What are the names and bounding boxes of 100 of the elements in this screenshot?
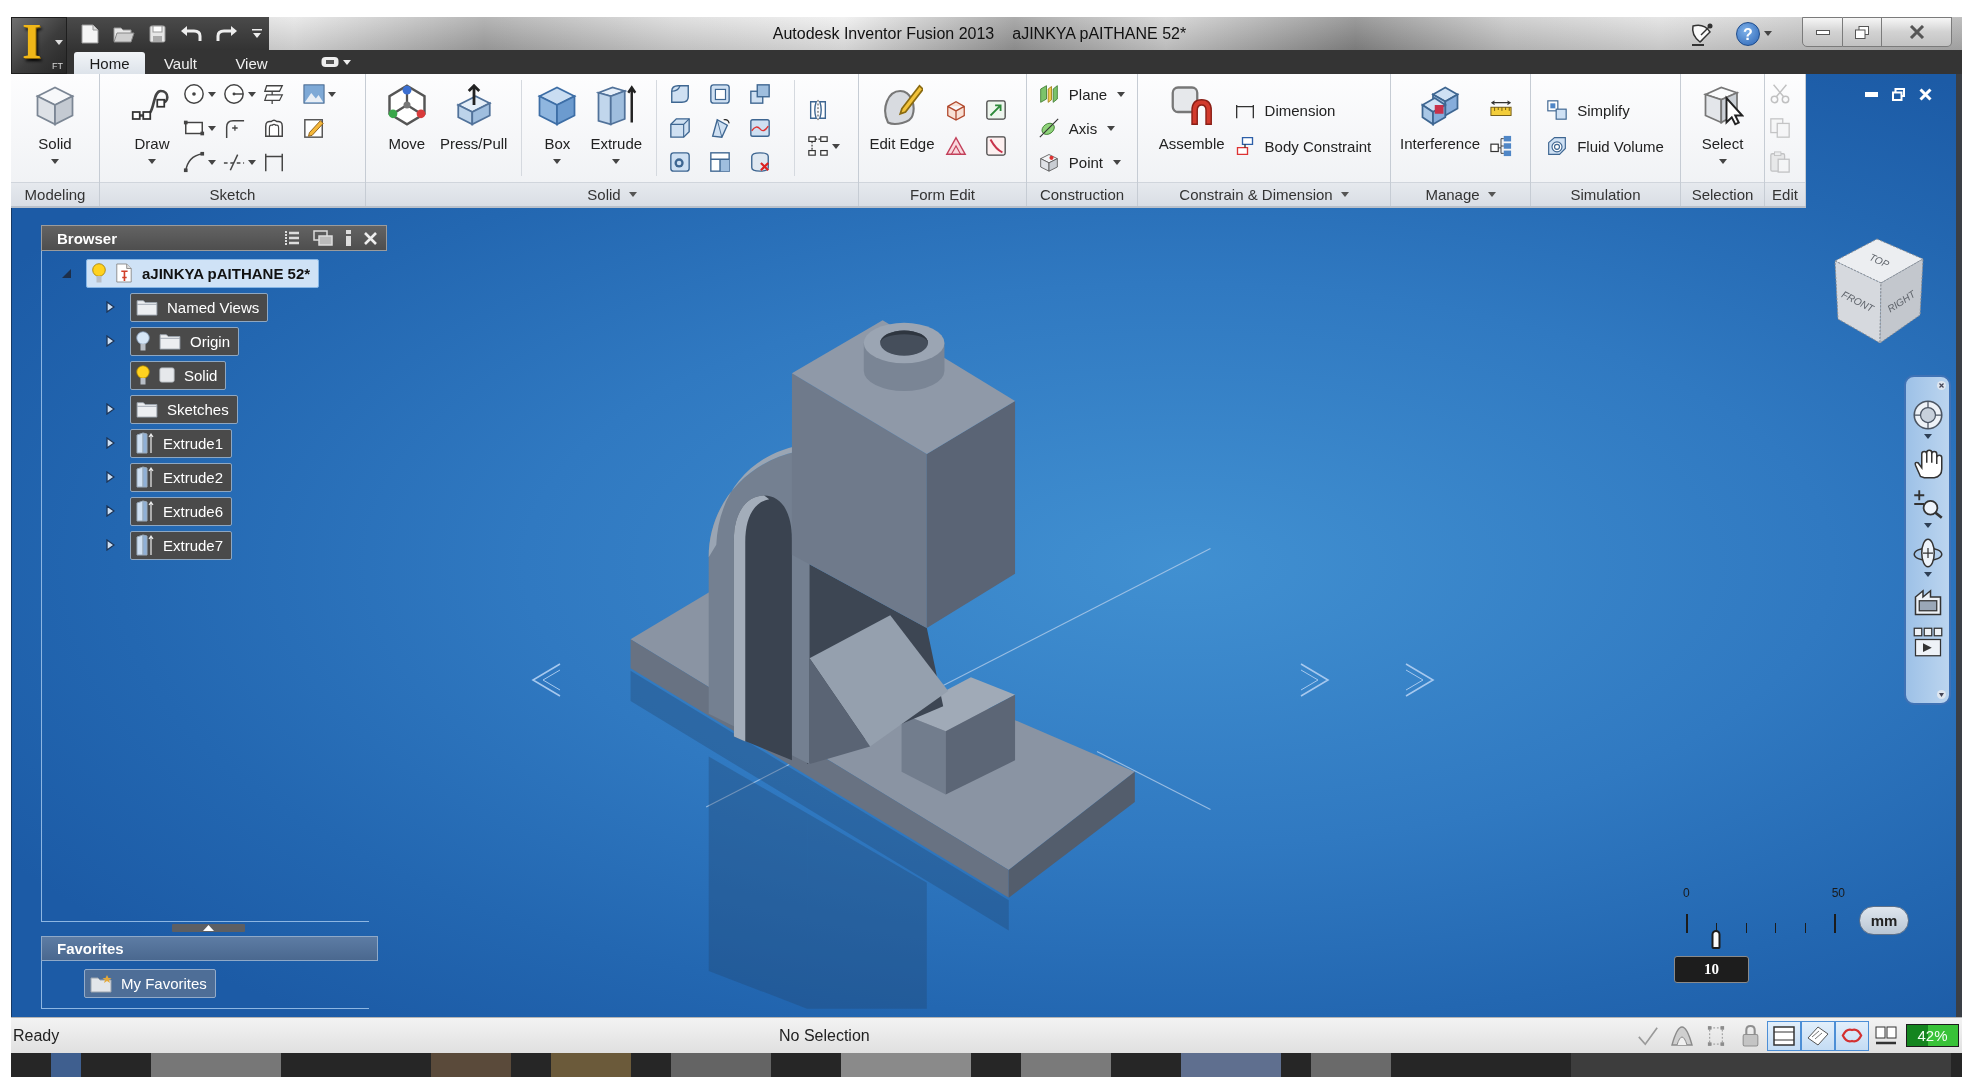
close-button[interactable] bbox=[1882, 17, 1952, 47]
scale-thumb[interactable] bbox=[1711, 930, 1721, 949]
ribbon-button[interactable]: Axis bbox=[1038, 111, 1126, 146]
ribbon-button[interactable]: Select bbox=[1699, 74, 1746, 183]
status-toggle[interactable] bbox=[1767, 1020, 1801, 1051]
chamfer-icon[interactable] bbox=[669, 117, 692, 140]
application-menu-button[interactable]: I FT bbox=[11, 17, 67, 74]
stacked-shapes-icon[interactable] bbox=[263, 83, 285, 106]
tree-item[interactable]: Sketches bbox=[130, 394, 238, 424]
wire-cube-icon[interactable] bbox=[944, 99, 967, 122]
expander-triangle-icon[interactable] bbox=[106, 301, 115, 313]
circle-icon[interactable] bbox=[183, 83, 205, 106]
caret-icon[interactable] bbox=[1923, 434, 1932, 439]
redo-icon[interactable] bbox=[216, 25, 238, 42]
tree-item[interactable]: Named Views bbox=[130, 292, 269, 322]
caret-icon[interactable] bbox=[248, 91, 256, 97]
steering-wheel-icon[interactable] bbox=[1912, 400, 1943, 430]
list-icon[interactable] bbox=[284, 230, 300, 246]
caret-icon[interactable] bbox=[55, 40, 63, 45]
ribbon-tab[interactable]: Vault bbox=[145, 52, 216, 74]
arrow-square-icon[interactable] bbox=[984, 99, 1007, 122]
caret-icon[interactable] bbox=[1340, 192, 1349, 198]
pattern-icon[interactable] bbox=[807, 135, 830, 158]
expander-triangle-icon[interactable] bbox=[106, 539, 115, 551]
ribbon-button[interactable]: Point bbox=[1038, 145, 1126, 180]
pencil-square-icon[interactable] bbox=[303, 117, 325, 140]
caret-icon[interactable] bbox=[832, 143, 841, 149]
status-toggle[interactable] bbox=[1801, 1020, 1835, 1051]
bracket-icon[interactable] bbox=[263, 151, 285, 174]
caret-icon[interactable] bbox=[148, 159, 156, 164]
ribbon-button[interactable]: Solid bbox=[32, 74, 78, 183]
tree-item[interactable]: Extrude1 bbox=[130, 428, 233, 458]
ribbon-button[interactable]: Extrude bbox=[588, 74, 645, 183]
look-at-icon[interactable] bbox=[1912, 587, 1943, 617]
ribbon-button[interactable]: Plane bbox=[1038, 77, 1126, 112]
twist-icon[interactable] bbox=[709, 117, 732, 140]
hand-icon[interactable] bbox=[1912, 449, 1943, 479]
triangle-icon[interactable] bbox=[944, 135, 967, 158]
caret-icon[interactable] bbox=[208, 91, 216, 97]
caret-icon[interactable] bbox=[1923, 523, 1932, 528]
tree-item[interactable]: Extrude7 bbox=[130, 530, 233, 560]
tree-icon[interactable] bbox=[1490, 135, 1512, 158]
panel-label[interactable]: Solid bbox=[366, 182, 858, 206]
panel-label[interactable]: Manage bbox=[1391, 182, 1530, 206]
ribbon-button[interactable]: Box bbox=[534, 74, 581, 183]
ribbon-button[interactable]: Fluid Volume bbox=[1547, 128, 1664, 165]
caret-icon[interactable] bbox=[208, 125, 216, 131]
undo-icon[interactable] bbox=[180, 25, 202, 42]
ribbon-button[interactable]: Simplify bbox=[1547, 92, 1664, 129]
status-toggle[interactable] bbox=[1835, 1020, 1869, 1051]
caret-icon[interactable] bbox=[1718, 159, 1727, 164]
light-bulb-icon[interactable] bbox=[136, 365, 150, 385]
restore-button[interactable] bbox=[1843, 17, 1882, 47]
caret-icon[interactable] bbox=[628, 192, 637, 198]
restore-icon[interactable] bbox=[1892, 88, 1905, 101]
ribbon-tab[interactable]: View bbox=[216, 52, 287, 74]
caret-icon[interactable] bbox=[208, 159, 216, 165]
tree-item[interactable]: Extrude6 bbox=[130, 496, 233, 526]
ribbon-button[interactable]: Body Constraint bbox=[1234, 128, 1372, 165]
screen-dropdown-icon[interactable] bbox=[321, 56, 351, 68]
expander-triangle-icon[interactable] bbox=[106, 403, 115, 415]
caret-icon[interactable] bbox=[1117, 91, 1126, 97]
open-folder-icon[interactable] bbox=[113, 24, 135, 43]
save-icon[interactable] bbox=[149, 24, 166, 43]
expander-triangle-icon[interactable] bbox=[106, 471, 115, 483]
caret-icon[interactable] bbox=[553, 159, 562, 164]
orbit-icon[interactable] bbox=[1912, 538, 1943, 568]
info-icon[interactable] bbox=[346, 230, 351, 246]
ribbon-button[interactable]: Edit Edge bbox=[867, 74, 937, 183]
down-arrow-icon[interactable] bbox=[1937, 690, 1946, 699]
caret-icon[interactable] bbox=[252, 29, 262, 38]
zoom-icon[interactable] bbox=[1912, 489, 1943, 519]
tree-item[interactable]: aJINKYA pAITHANE 52* bbox=[86, 258, 320, 288]
close-icon[interactable] bbox=[1937, 381, 1946, 390]
caret-icon[interactable] bbox=[1113, 159, 1121, 165]
caret-icon[interactable] bbox=[51, 159, 59, 164]
expander-triangle-icon[interactable] bbox=[106, 335, 115, 347]
panel-label[interactable]: Constrain & Dimension bbox=[1138, 182, 1390, 206]
wave-panel-icon[interactable] bbox=[749, 117, 772, 140]
outline-shape-icon[interactable] bbox=[263, 117, 285, 140]
tree-item[interactable]: Solid bbox=[130, 360, 227, 390]
rounded-block-icon[interactable] bbox=[669, 83, 692, 106]
ribbon-button[interactable]: Interference bbox=[1397, 74, 1482, 183]
tree-item[interactable]: Origin bbox=[130, 326, 239, 356]
caret-icon[interactable] bbox=[1923, 572, 1932, 577]
minimize-button[interactable] bbox=[1802, 17, 1843, 47]
unit-button[interactable]: mm bbox=[1859, 906, 1909, 935]
ribbon-button[interactable]: Dimension bbox=[1234, 92, 1372, 129]
caret-icon[interactable] bbox=[1487, 192, 1496, 198]
ribbon-button[interactable]: Draw bbox=[129, 74, 175, 183]
hole-icon[interactable] bbox=[669, 151, 692, 174]
arc-icon[interactable] bbox=[183, 151, 205, 174]
overlapping-squares-icon[interactable] bbox=[749, 83, 772, 106]
satellite-dish-icon[interactable] bbox=[1690, 21, 1714, 46]
caret-icon[interactable] bbox=[1764, 31, 1772, 36]
caret-icon[interactable] bbox=[328, 91, 336, 97]
favorites-item[interactable]: My Favorites bbox=[84, 969, 216, 998]
corner-icon[interactable] bbox=[223, 117, 245, 140]
ribbon-button[interactable]: Press/Pull bbox=[437, 74, 510, 183]
light-bulb-icon[interactable] bbox=[136, 331, 150, 351]
